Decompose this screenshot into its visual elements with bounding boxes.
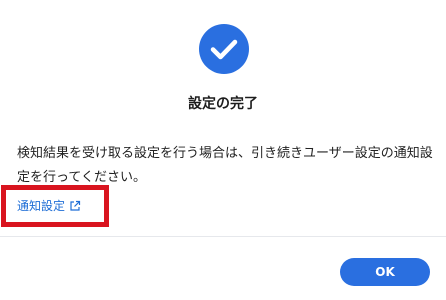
notification-settings-link[interactable]: 通知設定 (17, 197, 81, 214)
dialog-message: 検知結果を受け取る設定を行う場合は、引き続きユーザー設定の通知設定を行ってくださ… (17, 146, 433, 185)
footer-divider (0, 236, 446, 237)
completion-dialog: 設定の完了 検知結果を受け取る設定を行う場合は、引き続きユーザー設定の通知設定を… (0, 0, 446, 300)
dialog-title: 設定の完了 (188, 96, 258, 112)
check-circle-icon (199, 24, 249, 74)
ok-button[interactable]: OK (340, 258, 430, 286)
external-link-icon (69, 200, 81, 212)
notification-settings-link-label: 通知設定 (17, 199, 66, 213)
